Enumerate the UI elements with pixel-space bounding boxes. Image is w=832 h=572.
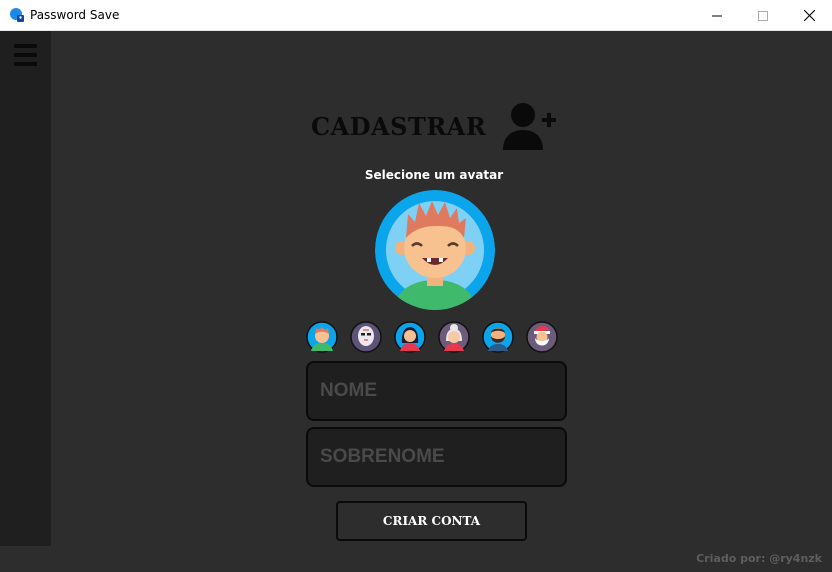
close-button[interactable] [786,0,832,31]
close-icon [803,10,815,21]
select-avatar-label: Selecione um avatar [364,168,504,182]
avatar-option-boy-red-hair[interactable] [306,321,338,353]
page-title: CADASTRAR [311,112,487,141]
app-icon [10,8,24,22]
create-account-button[interactable]: CRIAR CONTA [336,501,527,541]
avatar-option-hockey-mask[interactable] [350,321,382,353]
avatar-option-old-woman[interactable] [438,321,470,353]
maximize-icon [758,10,768,21]
sobrenome-field[interactable] [306,427,567,487]
selected-avatar [375,190,495,310]
footer-credit: Criado por: @ry4nzk [696,552,822,565]
minimize-icon [712,15,722,16]
hamburger-icon[interactable] [14,44,38,68]
avatar-option-girl-dark-hair[interactable] [394,321,426,353]
avatar-option-santa-claus[interactable] [526,321,558,353]
avatar-options [306,321,562,353]
sidebar [0,31,51,546]
maximize-button[interactable] [740,0,786,31]
nome-field[interactable] [306,361,567,421]
add-user-icon [503,103,556,150]
window-title: Password Save [30,8,120,22]
sobrenome-input[interactable] [308,429,565,485]
avatar-option-bearded-man[interactable] [482,321,514,353]
minimize-button[interactable] [694,0,740,31]
title-bar: Password Save [0,0,832,31]
nome-input[interactable] [308,363,565,419]
